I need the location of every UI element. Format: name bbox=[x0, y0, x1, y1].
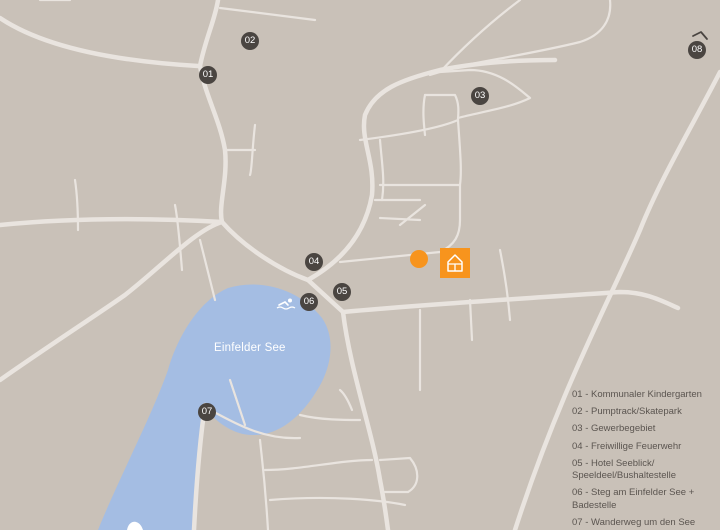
location-dot[interactable] bbox=[410, 250, 428, 268]
legend-item-04: 04 - Freiwillige Feuerwehr bbox=[572, 440, 682, 452]
legend-item-05: 05 - Hotel Seeblick/ Speeldeel/Bushaltes… bbox=[572, 457, 677, 482]
home-icon-glyph bbox=[434, 254, 463, 272]
home-icon[interactable] bbox=[434, 248, 470, 278]
legend: 01 - Kommunaler Kindergarten 02 - Pumptr… bbox=[572, 389, 720, 530]
legend-item-07: 07 - Wanderweg um den See bbox=[572, 517, 696, 529]
lake-label: Einfelder See bbox=[214, 342, 286, 354]
swimmer-icon bbox=[276, 298, 296, 310]
map[interactable]: Einfelder See 01 02 03 04 05 06 07 08 01… bbox=[0, 0, 720, 530]
marker-03[interactable]: 03 bbox=[471, 87, 489, 105]
marker-08[interactable]: 08 bbox=[688, 41, 706, 59]
marker-04[interactable]: 04 bbox=[305, 253, 323, 271]
legend-item-06: 06 - Steg am Einfelder See + Badestelle bbox=[572, 487, 695, 511]
boat-icon bbox=[127, 521, 143, 530]
hook-icon bbox=[692, 31, 708, 40]
legend-item-03: 03 - Gewerbegebiet bbox=[572, 423, 656, 435]
legend-item-01: 01 - Kommunaler Kindergarten bbox=[572, 389, 702, 400]
marker-01[interactable]: 01 bbox=[199, 66, 217, 84]
marker-02[interactable]: 02 bbox=[241, 32, 259, 50]
marker-05[interactable]: 05 bbox=[333, 283, 351, 301]
marker-06[interactable]: 06 bbox=[300, 293, 318, 311]
marker-07[interactable]: 07 bbox=[198, 403, 216, 421]
legend-item-02: 02 - Pumptrack/Skatepark bbox=[572, 406, 682, 418]
